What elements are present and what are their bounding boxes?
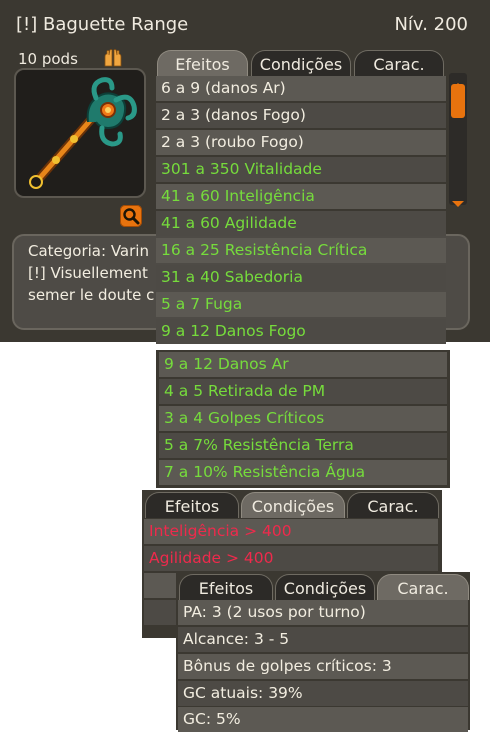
scroll-down-arrow-icon[interactable] — [451, 193, 465, 207]
effect-row: 2 a 3 (danos Fogo) — [156, 103, 446, 128]
effect-row: 31 a 40 Sabedoria — [156, 265, 446, 290]
effects-list: 6 a 9 (danos Ar) 2 a 3 (danos Fogo) 2 a … — [156, 76, 446, 344]
tab-effects[interactable]: Efeitos — [145, 492, 239, 518]
effect-row: 41 a 60 Inteligência — [156, 184, 446, 209]
item-name: [!] Baguette Range — [16, 14, 189, 35]
tab-characteristics[interactable]: Carac. — [377, 574, 469, 600]
description-line: semer le doute c — [28, 286, 155, 304]
tab-effects[interactable]: Efeitos — [179, 574, 273, 600]
tab-characteristics[interactable]: Carac. — [354, 50, 444, 76]
title-bar: [!] Baguette Range Nív. 200 — [0, 0, 490, 42]
zoom-button[interactable] — [120, 205, 142, 227]
effect-row: 41 a 60 Agilidade — [156, 211, 446, 236]
effect-row: 2 a 3 (roubo Fogo) — [156, 130, 446, 155]
effect-row: 9 a 12 Danos Ar — [159, 352, 447, 377]
item-weight: 10 pods — [18, 50, 78, 68]
tab-conditions[interactable]: Condições — [251, 50, 351, 76]
effect-row: 5 a 7 Fuga — [156, 292, 446, 317]
effect-row: 6 a 9 (danos Ar) — [156, 76, 446, 101]
effect-row: 5 a 7% Resistência Terra — [159, 433, 447, 458]
effect-row: 9 a 12 Danos Fogo — [156, 319, 446, 344]
item-image-frame — [14, 68, 146, 198]
tab-conditions[interactable]: Condições — [275, 574, 375, 600]
description-line: Categoria: Varin — [28, 242, 149, 260]
hands-icon — [103, 49, 123, 67]
magnifier-icon — [123, 208, 140, 225]
tab-effects[interactable]: Efeitos — [157, 50, 248, 76]
characteristics-panel: Efeitos Condições Carac. PA: 3 (2 usos p… — [176, 572, 470, 732]
characteristic-row: GC: 5% — [178, 707, 468, 732]
tab-conditions[interactable]: Condições — [241, 492, 345, 518]
effect-row: 4 a 5 Retirada de PM — [159, 379, 447, 404]
condition-row: Agilidade > 400 — [144, 546, 438, 571]
effects-list-continuation: 9 a 12 Danos Ar 4 a 5 Retirada de PM 3 a… — [156, 350, 450, 488]
effect-row: 7 a 10% Resistência Água — [159, 460, 447, 485]
scrollbar-thumb[interactable] — [451, 84, 465, 118]
effect-row: 3 a 4 Golpes Críticos — [159, 406, 447, 431]
item-level: Nív. 200 — [394, 14, 468, 35]
characteristic-row: Bônus de golpes críticos: 3 — [178, 654, 468, 679]
tab-characteristics[interactable]: Carac. — [347, 492, 439, 518]
description-line: [!] Visuellement — [28, 264, 148, 282]
scroll-up-arrow-icon[interactable] — [451, 75, 465, 89]
characteristic-row: Alcance: 3 - 5 — [178, 627, 468, 652]
staff-item-image — [29, 77, 137, 189]
characteristic-row: GC atuais: 39% — [178, 681, 468, 706]
condition-row: Inteligência > 400 — [144, 519, 438, 544]
characteristic-row: PA: 3 (2 usos por turno) — [178, 600, 468, 625]
effect-row: 16 a 25 Resistência Crítica — [156, 238, 446, 263]
effect-row: 301 a 350 Vitalidade — [156, 157, 446, 182]
